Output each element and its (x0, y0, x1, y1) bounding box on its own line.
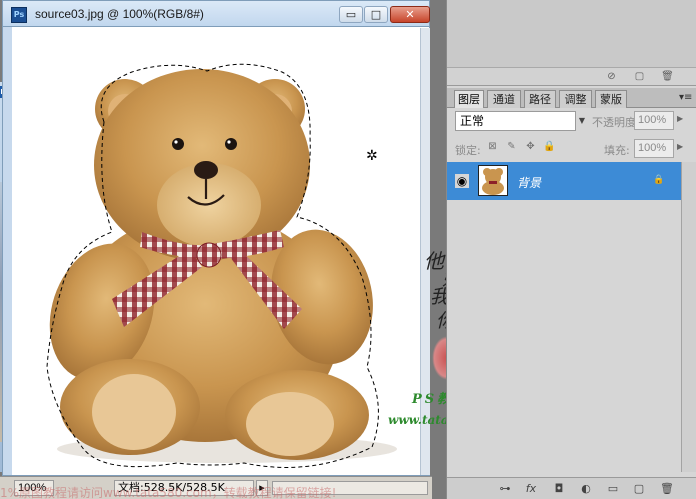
layers-scrollbar[interactable] (681, 162, 696, 472)
tab-masks[interactable]: 蒙版 (595, 90, 627, 108)
close-button[interactable]: ✕ (390, 6, 430, 23)
layer-name[interactable]: 背景 (517, 174, 541, 191)
layers-panel-tabs: 图层 通道 路径 调整 蒙版 ▾≡ (447, 88, 696, 108)
tab-layers[interactable]: 图层 (454, 90, 484, 108)
new-layer-icon[interactable]: ▢ (631, 482, 647, 496)
opacity-label: 不透明度: (592, 116, 640, 129)
lock-transparency-icon[interactable]: ⊠ (486, 140, 499, 153)
document-title: source03.jpg @ 100%(RGB/8#) (35, 7, 204, 21)
chevron-right-icon[interactable]: ▶ (677, 142, 683, 151)
layer-thumbnail (478, 165, 508, 196)
photoshop-logo-icon: Ps (11, 7, 27, 23)
layer-row-background[interactable]: ◉ 背景 🔒 (447, 162, 681, 200)
fill-field[interactable]: 100% (634, 139, 674, 158)
lock-pixels-icon[interactable]: ✎ (505, 140, 518, 153)
tab-paths[interactable]: 路径 (524, 90, 556, 108)
lock-icon: 🔒 (653, 175, 665, 185)
chevron-down-icon[interactable]: ▼ (576, 111, 588, 131)
trash-icon[interactable]: 🗑 (659, 482, 675, 496)
magic-wand-cursor-icon: ✲ (366, 148, 378, 164)
history-panel-footer: ⊘ ▢ 🗑 (447, 68, 696, 86)
layers-panel-footer: ⊶ fx ◘ ◐ ▭ ▢ 🗑 (447, 477, 696, 499)
link-icon[interactable]: ⊶ (497, 482, 513, 496)
tab-adjustments[interactable]: 调整 (559, 90, 592, 108)
new-document-icon[interactable]: ▢ (633, 70, 646, 83)
image-canvas[interactable] (12, 27, 429, 475)
add-mask-icon[interactable]: ◘ (551, 482, 567, 496)
chevron-right-icon[interactable]: ▶ (677, 114, 683, 123)
maximize-button[interactable]: □ (364, 6, 388, 23)
fill-label: 填充: (604, 144, 630, 157)
minimize-button[interactable]: ▭ (339, 6, 363, 23)
opacity-field[interactable]: 100% (634, 111, 674, 130)
lock-label: 锁定: (455, 144, 481, 157)
adjustment-layer-icon[interactable]: ◐ (578, 482, 594, 496)
panel-menu-icon[interactable]: ▾≡ (679, 92, 692, 103)
document-window: Ps source03.jpg @ 100%(RGB/8#) ▭ □ ✕ ✲ (0, 0, 432, 499)
lock-all-icon[interactable]: 🔒 (543, 140, 556, 153)
fx-icon[interactable]: fx (523, 482, 539, 496)
blend-mode-select[interactable]: 正常 (455, 111, 576, 131)
teddy-bear-image (46, 63, 397, 468)
delete-state-icon[interactable]: ⊘ (605, 70, 618, 83)
eye-icon[interactable]: ◉ (455, 174, 469, 188)
right-panel-dock: ⊘ ▢ 🗑 图层 通道 路径 调整 蒙版 ▾≡ 正常 ▼ 不透明度: 100% … (446, 0, 696, 499)
bottom-watermark-text: 1%原图教程请访问www.tata580.com，转载教程请保留链接! (0, 486, 337, 499)
folder-icon[interactable]: ▭ (605, 482, 621, 496)
trash-icon[interactable]: 🗑 (661, 70, 674, 83)
watermark-char: 他 (424, 249, 444, 273)
history-panel (447, 0, 696, 68)
tab-channels[interactable]: 通道 (487, 90, 521, 108)
lock-position-icon[interactable]: ✥ (524, 140, 537, 153)
document-title-bar[interactable]: Ps source03.jpg @ 100%(RGB/8#) ▭ □ ✕ (2, 0, 430, 26)
layers-panel: 图层 通道 路径 调整 蒙版 ▾≡ 正常 ▼ 不透明度: 100% ▶ 锁定: … (447, 88, 696, 499)
